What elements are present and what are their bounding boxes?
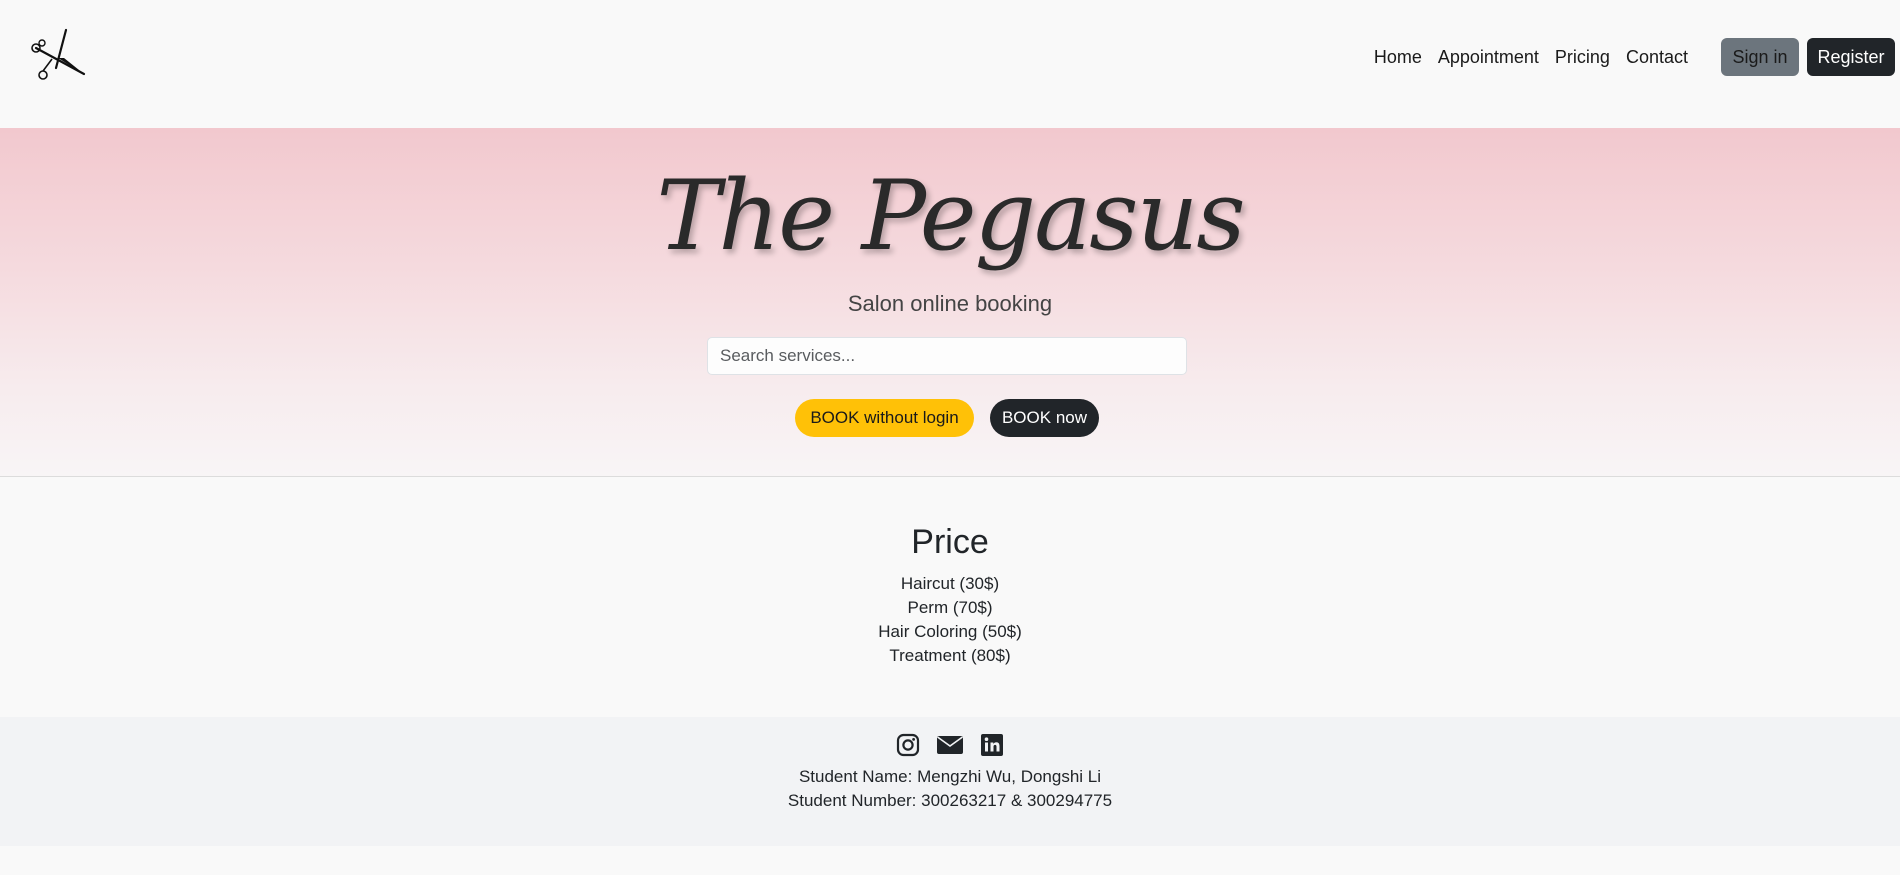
nav-link-home[interactable]: Home <box>1366 47 1430 68</box>
nav-link-appointment[interactable]: Appointment <box>1430 47 1547 68</box>
main-nav: Home Appointment Pricing Contact <box>1366 44 1696 70</box>
instagram-icon[interactable] <box>896 733 920 757</box>
price-item-haircut: Haircut (30$) <box>900 574 1000 593</box>
scissors-icon[interactable] <box>30 28 88 86</box>
price-list: Haircut (30$) Perm (70$) Hair Coloring (… <box>0 572 1900 668</box>
hero-section: The Pegasus Salon online booking BOOK wi… <box>0 128 1900 477</box>
register-button[interactable]: Register <box>1807 38 1895 76</box>
nav-link-contact[interactable]: Contact <box>1618 47 1696 68</box>
student-names: Student Name: Mengzhi Wu, Dongshi Li <box>798 767 1102 786</box>
price-item-hair-coloring: Hair Coloring (50$) <box>878 622 1022 641</box>
social-links <box>0 733 1900 757</box>
price-item-treatment: Treatment (80$) <box>889 646 1011 665</box>
student-numbers: Student Number: 300263217 & 300294775 <box>787 791 1113 810</box>
hero-subtitle: Salon online booking <box>847 291 1053 316</box>
book-now-button[interactable]: BOOK now <box>990 399 1099 437</box>
hero-title: The Pegasus <box>656 160 1245 272</box>
book-without-login-button[interactable]: BOOK without login <box>795 399 974 437</box>
nav-link-pricing[interactable]: Pricing <box>1547 47 1618 68</box>
price-item-perm: Perm (70$) <box>907 598 993 617</box>
price-title: Price <box>911 523 989 561</box>
linkedin-icon[interactable] <box>980 733 1004 757</box>
sign-in-button[interactable]: Sign in <box>1721 38 1799 76</box>
footer: Student Name: Mengzhi Wu, Dongshi Li Stu… <box>0 717 1900 846</box>
price-section: Price Haircut (30$) Perm (70$) Hair Colo… <box>0 477 1900 717</box>
envelope-icon[interactable] <box>936 733 964 757</box>
search-input[interactable] <box>707 337 1187 375</box>
navbar: Home Appointment Pricing Contact Sign in… <box>0 0 1900 128</box>
